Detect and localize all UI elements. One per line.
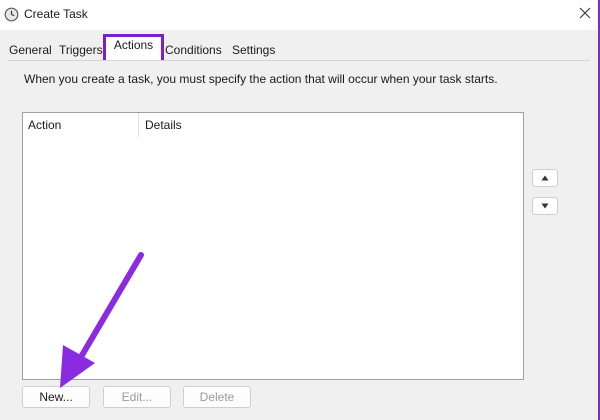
- clock-icon: [4, 7, 19, 22]
- tab-strip: General Triggers Actions Conditions Sett…: [6, 34, 596, 60]
- actions-description: When you create a task, you must specify…: [24, 72, 498, 86]
- tab-actions[interactable]: Actions: [103, 34, 164, 60]
- tab-triggers[interactable]: Triggers: [56, 40, 106, 60]
- tab-conditions[interactable]: Conditions: [162, 40, 225, 60]
- new-button[interactable]: New...: [22, 386, 90, 408]
- column-header-details[interactable]: Details: [139, 113, 523, 137]
- move-down-button[interactable]: [532, 197, 558, 215]
- actions-list[interactable]: Action Details: [22, 112, 524, 380]
- tab-general[interactable]: General: [6, 40, 55, 60]
- delete-button[interactable]: Delete: [183, 386, 251, 408]
- create-task-window: Create Task General Triggers Actions Con…: [0, 0, 600, 420]
- tab-settings[interactable]: Settings: [229, 40, 279, 60]
- column-header-action[interactable]: Action: [23, 113, 139, 137]
- title-bar: Create Task: [0, 0, 598, 30]
- close-icon: [579, 7, 591, 22]
- edit-button[interactable]: Edit...: [103, 386, 171, 408]
- close-button[interactable]: [574, 3, 596, 25]
- triangle-down-icon: [541, 202, 549, 211]
- move-up-button[interactable]: [532, 169, 558, 187]
- triangle-up-icon: [541, 174, 549, 183]
- window-title: Create Task: [24, 7, 88, 21]
